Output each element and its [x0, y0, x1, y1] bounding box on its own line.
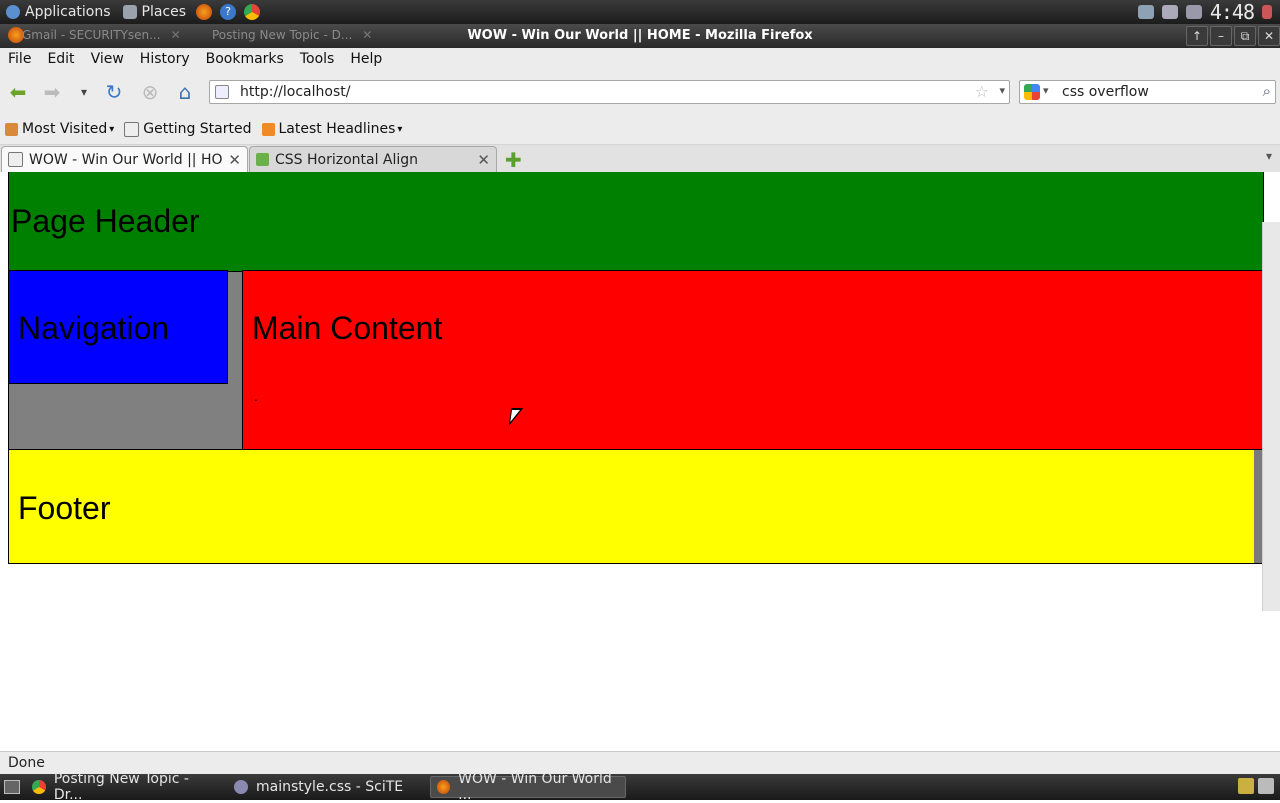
tab-label: WOW - Win Our World || HO... — [29, 151, 223, 168]
tab-wow-home[interactable]: WOW - Win Our World || HO... ✕ — [1, 146, 248, 172]
notes-icon[interactable] — [1238, 778, 1254, 794]
menu-history[interactable]: History — [132, 51, 198, 67]
help-icon[interactable]: ? — [220, 4, 237, 20]
places-label: Places — [141, 4, 187, 20]
menu-edit[interactable]: Edit — [39, 51, 82, 67]
page-header: Page Header — [8, 172, 1264, 272]
trash-icon[interactable] — [1258, 778, 1274, 794]
vertical-scrollbar[interactable] — [1262, 222, 1280, 611]
firefox-icon[interactable] — [196, 4, 213, 20]
page-icon — [124, 121, 140, 137]
bookmark-label: Latest Headlines — [278, 121, 396, 137]
folder-icon — [5, 122, 18, 136]
rss-icon — [261, 122, 275, 136]
footer-box: Footer — [8, 449, 1264, 564]
chrome-icon — [32, 780, 46, 794]
tab-label: CSS Horizontal Align — [275, 151, 419, 168]
mouse-cursor — [508, 408, 524, 426]
bookmark-latest-headlines[interactable]: Latest Headlines ▾ — [257, 121, 408, 137]
search-icon[interactable]: ⌕ — [1263, 82, 1271, 100]
taskbar-item-posting[interactable]: Posting New Topic - Dr... — [26, 771, 226, 803]
history-dropdown-icon[interactable]: ▾ — [72, 81, 96, 103]
close-tab-icon[interactable]: ✕ — [477, 151, 490, 169]
taskbar-item-scite[interactable]: mainstyle.css - SciTE — [228, 776, 426, 798]
site-favicon-icon — [256, 153, 269, 166]
search-bar[interactable]: ▾ css overflow ⌕ — [1019, 80, 1276, 104]
taskbar-label: WOW - Win Our World ... — [458, 771, 612, 803]
url-bar[interactable]: http://localhost/ ☆ ▾ — [209, 80, 1010, 104]
search-input[interactable]: css overflow — [1062, 84, 1149, 100]
main-content-text: Main Content — [252, 310, 443, 346]
bookmark-star-icon[interactable]: ☆ — [975, 82, 989, 101]
top-panel: Applications Places ? 4:48 — [0, 0, 1280, 24]
menu-bookmarks[interactable]: Bookmarks — [198, 51, 292, 67]
taskbar-label: Posting New Topic - Dr... — [53, 771, 189, 803]
gnome-foot-icon — [6, 5, 20, 19]
url-dropdown-icon[interactable]: ▾ — [999, 84, 1005, 97]
window-titlebar: Gmail - SECURITYsen... ✕ Posting New Topi… — [0, 24, 1280, 48]
show-desktop-icon[interactable] — [4, 780, 20, 794]
taskbar-label: mainstyle.css - SciTE — [256, 779, 404, 795]
google-icon[interactable] — [1024, 84, 1040, 100]
chevron-down-icon: ▾ — [397, 123, 403, 135]
new-tab-icon[interactable]: ✚ — [505, 148, 522, 172]
footer-text: Footer — [18, 490, 111, 526]
url-input[interactable]: http://localhost/ — [240, 84, 350, 100]
window-title: WOW - Win Our World || HOME - Mozilla Fi… — [467, 28, 813, 43]
taskbar-item-firefox[interactable]: WOW - Win Our World ... — [430, 771, 626, 803]
footer-bottom-border — [8, 563, 1264, 564]
maximize-button[interactable]: ⧉ — [1234, 26, 1256, 46]
places-menu[interactable]: Places — [117, 0, 193, 24]
roll-up-button[interactable]: ↑ — [1186, 26, 1208, 46]
reload-icon[interactable]: ↻ — [102, 80, 126, 104]
close-button[interactable]: ✕ — [1258, 26, 1280, 46]
firefox-icon — [437, 780, 451, 794]
bookmark-getting-started[interactable]: Getting Started — [119, 121, 256, 137]
site-identity-icon[interactable] — [215, 85, 229, 99]
stop-icon[interactable]: ⊗ — [138, 80, 162, 104]
applications-label: Applications — [25, 4, 111, 20]
folder-icon — [122, 5, 137, 19]
chrome-icon[interactable] — [244, 4, 261, 20]
menu-tools[interactable]: Tools — [292, 51, 343, 67]
back-icon[interactable]: ⬅ — [6, 80, 30, 104]
bookmarks-toolbar: Most Visited ▾ Getting Started Latest He… — [0, 114, 1280, 145]
bottom-taskbar: Posting New Topic - Dr... mainstyle.css … — [0, 771, 1280, 803]
menu-file[interactable]: File — [0, 51, 39, 67]
search-engine-dropdown-icon[interactable]: ▾ — [1043, 84, 1049, 97]
page-icon — [8, 152, 23, 167]
main-content-box: Main Content . — [242, 270, 1264, 450]
bookmark-label: Most Visited — [22, 121, 108, 137]
applications-menu[interactable]: Applications — [0, 0, 117, 24]
menu-bar: File Edit View History Bookmarks Tools H… — [0, 48, 1280, 70]
menu-view[interactable]: View — [83, 51, 132, 67]
power-icon[interactable] — [1262, 5, 1272, 19]
menu-help[interactable]: Help — [342, 51, 390, 67]
minimize-button[interactable]: – — [1210, 26, 1232, 46]
forward-icon[interactable]: ➡ — [40, 80, 64, 104]
network-icon[interactable] — [1137, 5, 1154, 19]
navigation-box: Navigation — [8, 270, 228, 384]
home-icon[interactable]: ⌂ — [173, 80, 197, 104]
bookmark-most-visited[interactable]: Most Visited ▾ — [0, 121, 119, 137]
page-header-text: Page Header — [11, 203, 200, 239]
volume-icon[interactable] — [1185, 5, 1202, 19]
bookmark-label: Getting Started — [143, 121, 252, 137]
page-viewport: Page Header Navigation Main Content . Fo… — [0, 172, 1280, 751]
status-text: Done — [8, 755, 45, 771]
close-tab-icon[interactable]: ✕ — [228, 151, 241, 169]
tab-list-chevron-icon[interactable]: ▾ — [1266, 149, 1272, 163]
wifi-icon[interactable] — [1161, 5, 1178, 19]
clock[interactable]: 4:48 — [1210, 0, 1255, 24]
tab-css-horizontal-align[interactable]: CSS Horizontal Align ✕ — [249, 146, 497, 172]
chevron-down-icon: ▾ — [109, 123, 115, 135]
main-content-dot: . — [254, 388, 258, 404]
tab-strip: WOW - Win Our World || HO... ✕ CSS Horiz… — [0, 145, 1280, 173]
system-tray: 4:48 — [1137, 0, 1272, 24]
scite-icon — [234, 780, 248, 794]
navigation-text: Navigation — [18, 310, 170, 346]
